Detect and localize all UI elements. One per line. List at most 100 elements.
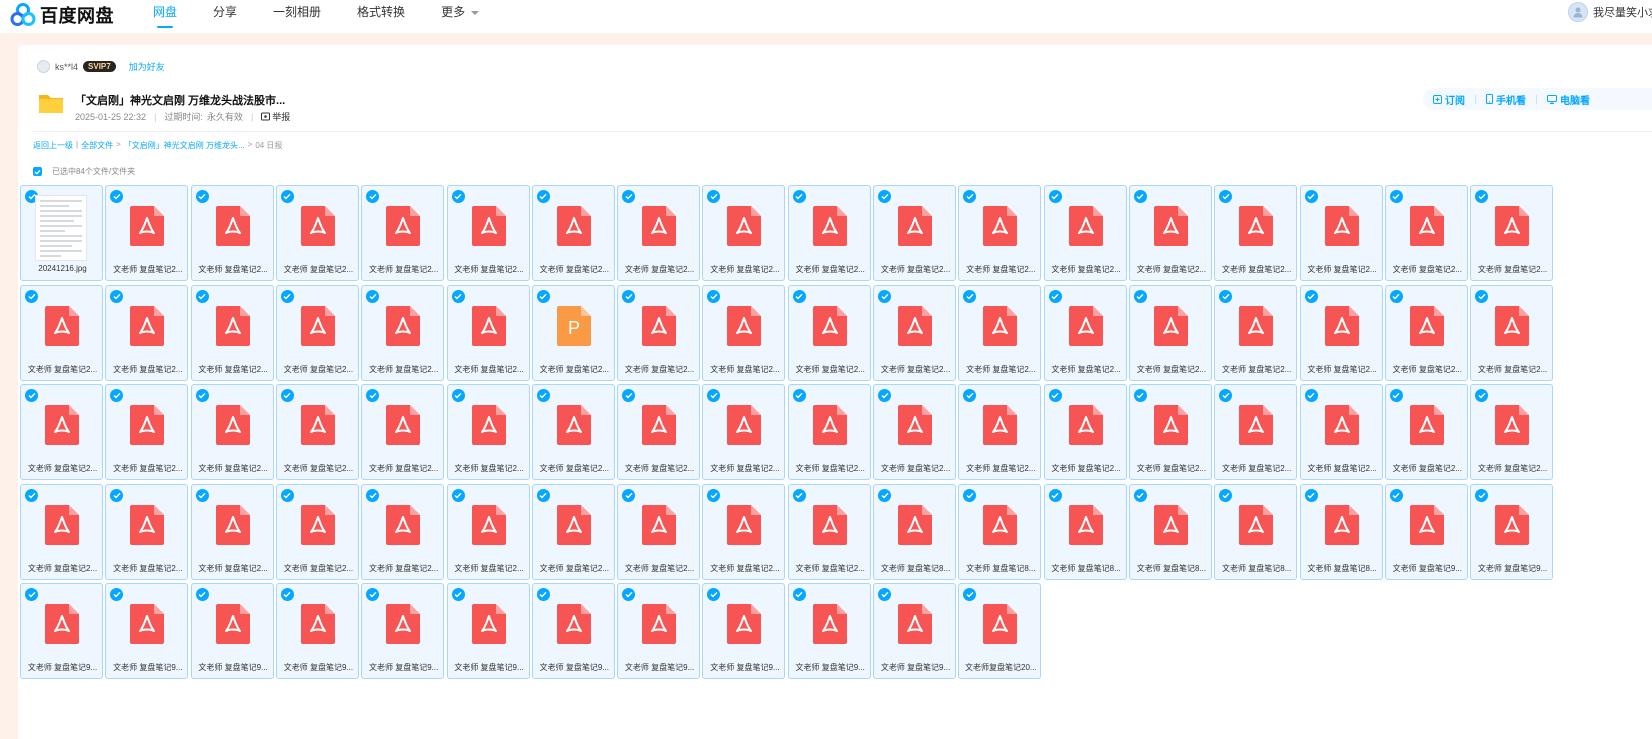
file-tile[interactable]: 文老师 复盘笔记2...: [20, 483, 103, 580]
file-tile[interactable]: 文老师 复盘笔记2...: [1043, 384, 1127, 480]
mobile-view-button[interactable]: 手机看: [1486, 92, 1526, 107]
file-checkbox[interactable]: [622, 190, 636, 203]
file-checkbox[interactable]: [963, 389, 977, 402]
file-checkbox[interactable]: [280, 190, 294, 203]
file-checkbox[interactable]: [110, 190, 124, 203]
nav-item-format-convert[interactable]: 格式转换: [357, 0, 405, 33]
file-checkbox[interactable]: [195, 389, 209, 402]
report-button[interactable]: 举报: [261, 110, 290, 123]
file-checkbox[interactable]: [1475, 488, 1489, 502]
file-tile[interactable]: 文老师 复盘笔记2...: [958, 384, 1042, 480]
file-tile[interactable]: 文老师 复盘笔记2...: [702, 284, 786, 381]
file-tile[interactable]: 文老师 复盘笔记2...: [531, 384, 615, 480]
file-checkbox[interactable]: [1304, 488, 1318, 502]
file-tile[interactable]: 文老师复盘笔记20...: [958, 583, 1042, 679]
file-checkbox[interactable]: [1475, 389, 1489, 402]
file-checkbox[interactable]: [366, 190, 380, 203]
file-tile[interactable]: 文老师 复盘笔记2...: [1299, 185, 1383, 281]
file-tile[interactable]: 文老师 复盘笔记2...: [275, 384, 359, 480]
file-checkbox[interactable]: [1304, 289, 1318, 303]
file-tile[interactable]: 文老师 复盘笔记2...: [787, 483, 871, 580]
file-checkbox[interactable]: [1048, 488, 1062, 502]
file-checkbox[interactable]: [25, 389, 38, 402]
file-tile[interactable]: 文老师 复盘笔记2...: [190, 284, 274, 381]
file-checkbox[interactable]: [622, 289, 636, 303]
file-tile[interactable]: 文老师 复盘笔记9...: [361, 583, 445, 679]
file-tile[interactable]: 文老师 复盘笔记2...: [1128, 185, 1212, 281]
file-checkbox[interactable]: [1219, 289, 1233, 303]
file-checkbox[interactable]: [1475, 190, 1489, 203]
file-tile[interactable]: 文老师 复盘笔记2...: [1470, 384, 1554, 480]
file-tile[interactable]: 文老师 复盘笔记2...: [1214, 185, 1298, 281]
file-checkbox[interactable]: [451, 488, 465, 502]
file-tile[interactable]: 文老师 复盘笔记9...: [446, 583, 530, 679]
file-checkbox[interactable]: [536, 488, 550, 502]
file-tile[interactable]: 文老师 复盘笔记2...: [617, 384, 701, 480]
file-tile[interactable]: 文老师 复盘笔记2...: [361, 483, 445, 580]
file-tile[interactable]: 文老师 复盘笔记2...: [787, 284, 871, 381]
file-checkbox[interactable]: [1304, 190, 1318, 203]
file-checkbox[interactable]: [110, 488, 124, 502]
file-tile[interactable]: 文老师 复盘笔记8...: [1214, 483, 1298, 580]
file-checkbox[interactable]: [536, 588, 550, 601]
file-checkbox[interactable]: [280, 488, 294, 502]
add-friend-link[interactable]: 加为好友: [129, 60, 165, 73]
file-checkbox[interactable]: [25, 588, 38, 601]
file-checkbox[interactable]: [110, 289, 124, 303]
file-checkbox[interactable]: [195, 190, 209, 203]
file-checkbox[interactable]: [536, 190, 550, 203]
file-checkbox[interactable]: [451, 588, 465, 601]
desktop-view-button[interactable]: 电脑看: [1547, 92, 1590, 107]
file-tile[interactable]: 文老师 复盘笔记2...: [1214, 384, 1298, 480]
file-tile[interactable]: 文老师 复盘笔记2...: [873, 185, 956, 281]
file-tile[interactable]: 文老师 复盘笔记2...: [105, 185, 189, 281]
file-tile[interactable]: 文老师 复盘笔记2...: [20, 284, 103, 381]
file-checkbox[interactable]: [707, 190, 721, 203]
file-checkbox[interactable]: [1048, 289, 1062, 303]
file-tile[interactable]: 文老师 复盘笔记2...: [446, 185, 530, 281]
file-tile[interactable]: 文老师 复盘笔记2...: [617, 483, 701, 580]
file-checkbox[interactable]: [25, 488, 38, 502]
file-tile[interactable]: 文老师 复盘笔记2...: [1043, 185, 1127, 281]
breadcrumb-folder[interactable]: 「文启刚」神光文启刚 万维龙头...: [124, 140, 245, 151]
file-tile[interactable]: 文老师 复盘笔记2...: [1470, 185, 1554, 281]
file-tile[interactable]: 文老师 复盘笔记2...: [702, 185, 786, 281]
nav-item-share[interactable]: 分享: [213, 0, 237, 33]
file-checkbox[interactable]: [1133, 488, 1147, 502]
sharer-avatar[interactable]: [37, 60, 50, 73]
file-checkbox[interactable]: [707, 389, 721, 402]
file-tile[interactable]: 文老师 复盘笔记9...: [787, 583, 871, 679]
file-checkbox[interactable]: [451, 289, 465, 303]
file-tile[interactable]: 文老师 复盘笔记9...: [105, 583, 189, 679]
select-all-checkbox[interactable]: [33, 167, 42, 176]
file-tile[interactable]: 文老师 复盘笔记2...: [1384, 284, 1468, 381]
file-tile[interactable]: 文老师 复盘笔记2...: [361, 185, 445, 281]
file-tile[interactable]: 文老师 复盘笔记9...: [531, 583, 615, 679]
file-checkbox[interactable]: [1304, 389, 1318, 402]
file-checkbox[interactable]: [792, 389, 806, 402]
file-tile[interactable]: 文老师 复盘笔记2...: [873, 384, 956, 480]
subscribe-button[interactable]: 订阅: [1433, 92, 1465, 107]
file-tile[interactable]: 文老师 复盘笔记8...: [873, 483, 956, 580]
file-tile[interactable]: 文老师 复盘笔记2...: [873, 284, 956, 381]
file-tile[interactable]: 文老师 复盘笔记2...: [361, 384, 445, 480]
file-tile[interactable]: 文老师 复盘笔记2...: [958, 185, 1042, 281]
file-checkbox[interactable]: [878, 389, 891, 402]
file-tile[interactable]: 文老师 复盘笔记9...: [275, 583, 359, 679]
file-checkbox[interactable]: [366, 488, 380, 502]
file-tile[interactable]: 文老师 复盘笔记2...: [702, 483, 786, 580]
file-checkbox[interactable]: [1133, 389, 1147, 402]
file-tile[interactable]: 文老师 复盘笔记2...: [958, 284, 1042, 381]
file-checkbox[interactable]: [792, 588, 806, 601]
file-checkbox[interactable]: [622, 389, 636, 402]
file-checkbox[interactable]: [451, 389, 465, 402]
file-tile[interactable]: 文老师 复盘笔记8...: [1299, 483, 1383, 580]
file-checkbox[interactable]: [1219, 190, 1233, 203]
file-checkbox[interactable]: [792, 488, 806, 502]
file-checkbox[interactable]: [963, 190, 977, 203]
file-tile[interactable]: 文老师 复盘笔记2...: [275, 483, 359, 580]
file-checkbox[interactable]: [878, 588, 891, 601]
file-tile[interactable]: 文老师 复盘笔记2...: [1214, 284, 1298, 381]
file-checkbox[interactable]: [1219, 389, 1233, 402]
file-checkbox[interactable]: [1389, 389, 1403, 402]
